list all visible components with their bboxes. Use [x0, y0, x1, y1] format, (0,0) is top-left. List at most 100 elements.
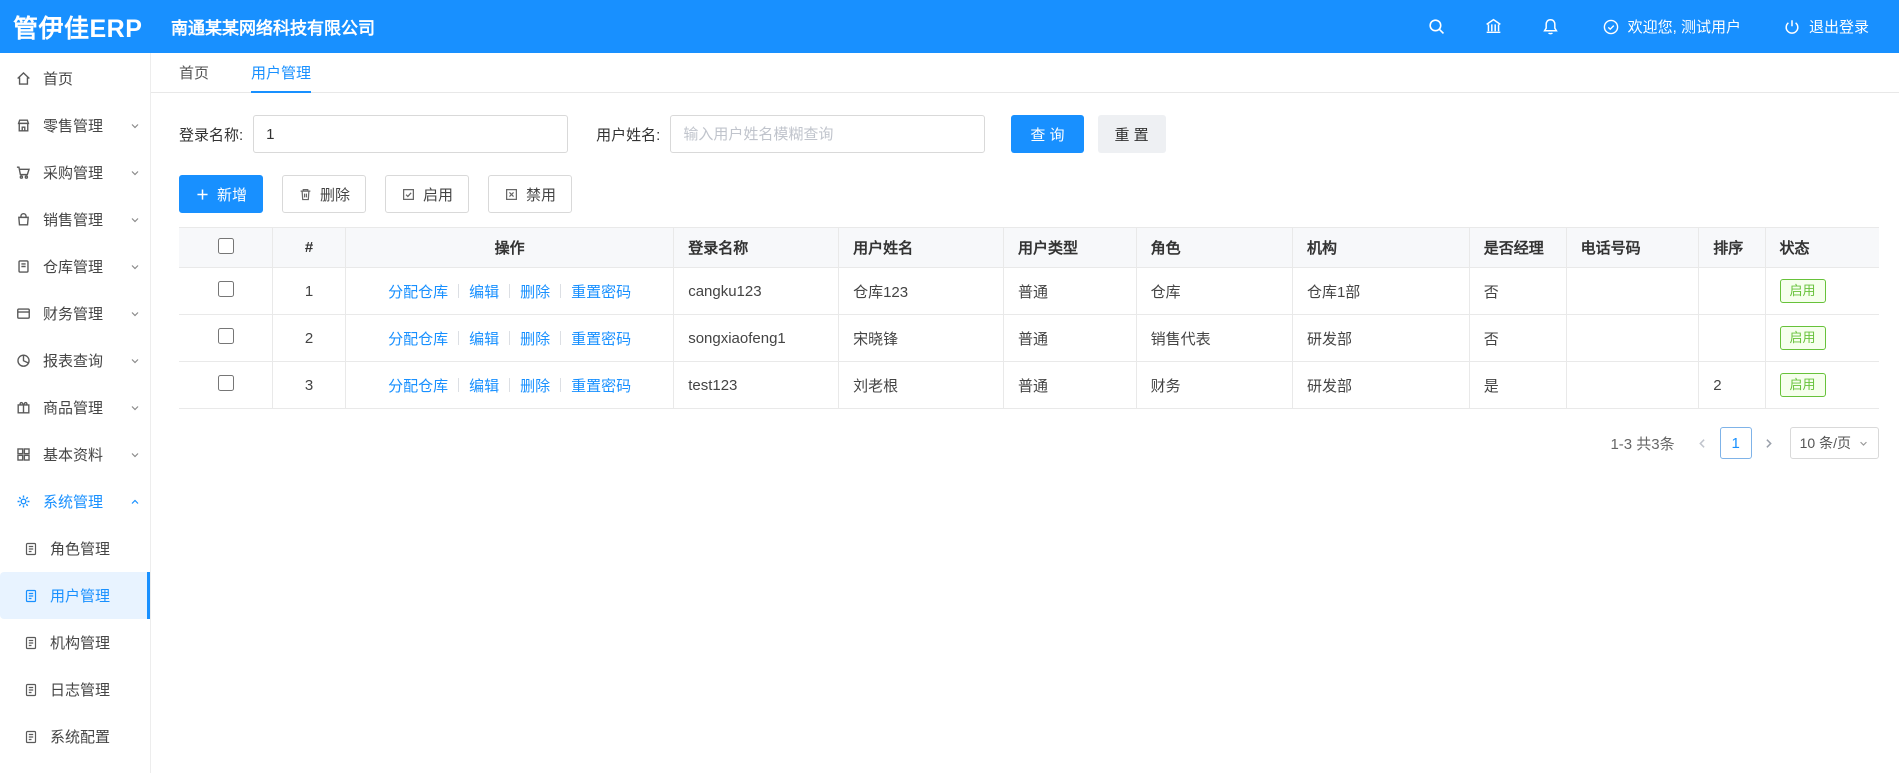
row-checkbox[interactable]	[217, 328, 234, 344]
status-badge[interactable]: 启用	[1779, 279, 1826, 303]
sidebar-subitem-system-config[interactable]: 系统配置	[0, 713, 150, 760]
sidebar-item-home[interactable]: 首页	[0, 55, 150, 102]
bell-icon[interactable]	[1541, 17, 1560, 36]
login-name-label: 登录名称:	[179, 126, 244, 144]
edit-link[interactable]: 编辑	[469, 375, 499, 396]
cell-phone	[1565, 361, 1700, 409]
edit-link[interactable]: 编辑	[469, 328, 499, 349]
tab-home[interactable]: 首页	[179, 53, 209, 92]
row-checkbox[interactable]	[217, 281, 234, 297]
sidebar-subitem-label: 机构管理	[50, 635, 111, 652]
divider	[560, 331, 562, 345]
enable-button[interactable]: 启用	[385, 175, 470, 213]
sidebar-item-purchase[interactable]: 采购管理	[0, 149, 150, 196]
row-actions: 分配仓库 编辑 删除 重置密码	[360, 281, 659, 302]
divider	[458, 331, 460, 345]
divider	[509, 378, 511, 392]
sidebar-item-label: 商品管理	[43, 400, 104, 417]
company-name: 南通某某网络科技有限公司	[171, 19, 375, 38]
purchase-cart-icon	[15, 164, 32, 181]
sidebar-item-basic-data[interactable]: 基本资料	[0, 431, 150, 478]
cell-user-type: 普通	[1002, 314, 1137, 362]
edit-link[interactable]: 编辑	[469, 281, 499, 302]
retail-icon	[15, 117, 32, 134]
cell-user-type: 普通	[1002, 267, 1137, 315]
row-checkbox[interactable]	[217, 375, 234, 391]
reset-password-link[interactable]: 重置密码	[571, 328, 631, 349]
product-gift-icon	[15, 399, 32, 416]
sidebar-item-retail[interactable]: 零售管理	[0, 102, 150, 149]
cell-user-name: 宋晓锋	[838, 314, 1004, 362]
disable-button[interactable]: 禁用	[488, 175, 573, 213]
add-button[interactable]: 新增	[179, 175, 264, 213]
search-icon[interactable]	[1427, 17, 1446, 36]
cell-is-manager: 否	[1468, 314, 1567, 362]
sidebar-item-system[interactable]: 系统管理	[0, 478, 150, 525]
sidebar-item-warehouse[interactable]: 仓库管理	[0, 243, 150, 290]
warehouse-book-icon	[15, 258, 32, 275]
cell-sort	[1698, 314, 1766, 362]
user-name-input[interactable]	[670, 115, 986, 153]
plus-icon	[197, 188, 208, 200]
select-all-checkbox[interactable]	[217, 237, 234, 254]
delete-link[interactable]: 删除	[520, 281, 550, 302]
divider	[509, 331, 511, 345]
reset-button[interactable]: 重 置	[1097, 115, 1166, 153]
pagination-next-button[interactable]	[1757, 427, 1781, 459]
cell-is-manager: 否	[1468, 267, 1567, 315]
tab-user-management[interactable]: 用户管理	[251, 53, 312, 93]
sidebar-item-products[interactable]: 商品管理	[0, 384, 150, 431]
cell-login-name: test123	[673, 361, 840, 409]
page-size-select[interactable]: 10 条/页	[1789, 427, 1879, 459]
sidebar-subitem-users[interactable]: 用户管理	[0, 572, 150, 619]
table-row: 1 分配仓库 编辑 删除 重置密码 cangku123 仓库123 普通 仓库 …	[179, 267, 1879, 315]
status-badge[interactable]: 启用	[1779, 373, 1826, 397]
status-badge[interactable]: 启用	[1779, 326, 1826, 350]
reset-password-link[interactable]: 重置密码	[571, 375, 631, 396]
sidebar-item-reports[interactable]: 报表查询	[0, 337, 150, 384]
add-button-label: 新增	[217, 186, 248, 204]
assign-warehouse-link[interactable]: 分配仓库	[388, 375, 448, 396]
divider	[560, 284, 562, 298]
chevron-down-icon	[129, 214, 141, 226]
pagination-prev-button[interactable]	[1691, 427, 1715, 459]
sidebar-item-sales[interactable]: 销售管理	[0, 196, 150, 243]
sidebar-item-finance[interactable]: 财务管理	[0, 290, 150, 337]
disable-button-label: 禁用	[526, 186, 557, 204]
sidebar-item-label: 采购管理	[43, 165, 104, 182]
sidebar-subitem-organizations[interactable]: 机构管理	[0, 619, 150, 666]
sidebar-subitem-label: 角色管理	[50, 541, 111, 558]
document-icon	[23, 588, 39, 604]
cell-role: 仓库	[1135, 267, 1293, 315]
cell-login-name: cangku123	[673, 267, 840, 315]
bank-icon[interactable]	[1484, 17, 1503, 36]
app-logo: 管伊佳ERP	[13, 14, 143, 43]
cell-role: 财务	[1135, 361, 1293, 409]
assign-warehouse-link[interactable]: 分配仓库	[388, 281, 448, 302]
welcome-user[interactable]: 欢迎您, 测试用户	[1602, 16, 1741, 37]
assign-warehouse-link[interactable]: 分配仓库	[388, 328, 448, 349]
pagination-page-1[interactable]: 1	[1719, 427, 1752, 459]
pagination: 1-3 共3条 1 10 条/页	[179, 427, 1879, 459]
sidebar-subitem-logs[interactable]: 日志管理	[0, 666, 150, 713]
users-table: # 操作 登录名称 用户姓名 用户类型 角色 机构 是否经理 电话号码 排序 状…	[179, 227, 1879, 409]
col-sort: 排序	[1698, 227, 1766, 268]
delete-link[interactable]: 删除	[520, 375, 550, 396]
content: 登录名称: 用户姓名: 查 询 重 置 新增 删除	[151, 93, 1899, 459]
top-bar: 管伊佳ERP 南通某某网络科技有限公司 欢迎您, 测试用户 退出登录	[0, 0, 1899, 53]
delete-link[interactable]: 删除	[520, 328, 550, 349]
logout-button[interactable]: 退出登录	[1783, 16, 1869, 37]
sidebar-subitem-roles[interactable]: 角色管理	[0, 525, 150, 572]
cell-sort: 2	[1698, 361, 1766, 409]
cell-index: 1	[271, 267, 347, 315]
delete-button[interactable]: 删除	[282, 175, 367, 213]
search-button[interactable]: 查 询	[1011, 115, 1084, 153]
login-name-input[interactable]	[253, 115, 569, 153]
chevron-down-icon	[129, 402, 141, 414]
sidebar-item-label: 财务管理	[43, 306, 104, 323]
col-user-name: 用户姓名	[838, 227, 1004, 268]
toolbar: 新增 删除 启用 禁用	[179, 175, 1879, 213]
cell-phone	[1565, 267, 1700, 315]
document-icon	[23, 541, 39, 557]
reset-password-link[interactable]: 重置密码	[571, 281, 631, 302]
